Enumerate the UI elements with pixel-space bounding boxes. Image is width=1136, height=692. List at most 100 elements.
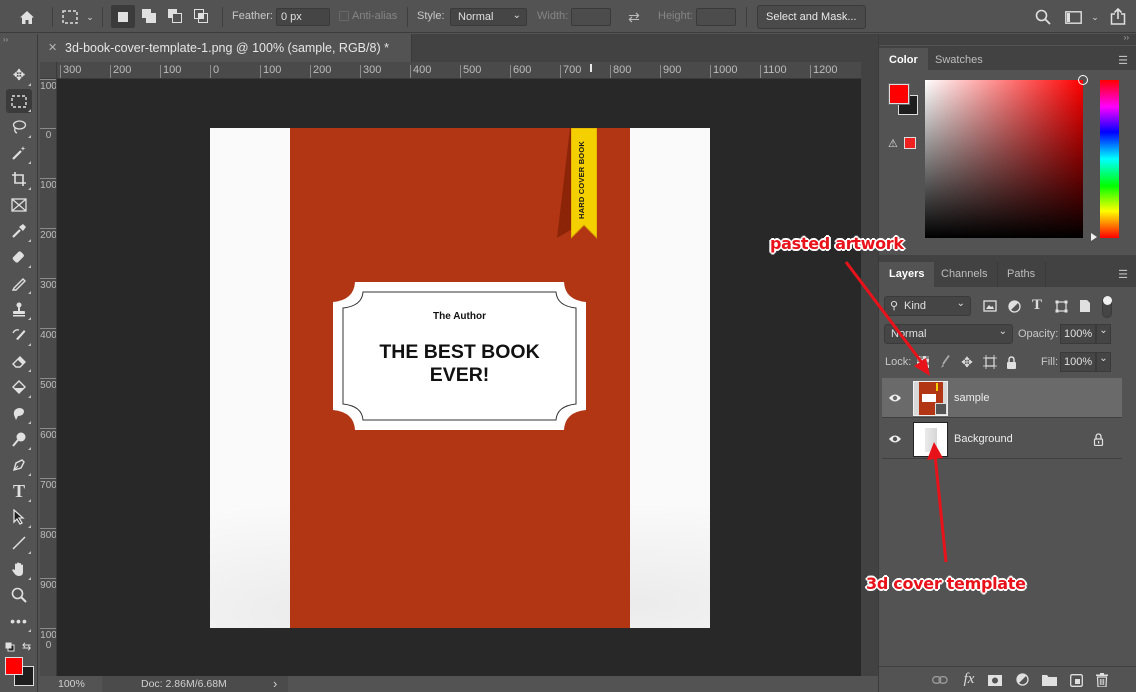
new-adjustment-layer-icon[interactable] bbox=[1013, 671, 1031, 687]
paint-bucket-tool-icon[interactable] bbox=[6, 375, 32, 399]
dodge-tool-icon[interactable] bbox=[6, 427, 32, 451]
layers-panel-menu-icon[interactable]: ☰ bbox=[1118, 268, 1128, 281]
ruler-label: 1200 bbox=[810, 65, 837, 78]
zoom-tool-icon[interactable] bbox=[6, 583, 32, 607]
status-menu-arrow-icon[interactable]: › bbox=[273, 676, 277, 691]
history-brush-tool-icon[interactable] bbox=[6, 323, 32, 347]
color-picker-handle[interactable] bbox=[1078, 75, 1088, 85]
chevron-down-icon[interactable]: ⌄ bbox=[84, 10, 96, 24]
filter-type-layer-icon[interactable]: T bbox=[1029, 297, 1045, 313]
type-tool-icon[interactable]: T bbox=[6, 479, 32, 503]
height-label: Height: bbox=[658, 10, 693, 22]
style-select[interactable]: Normal ⌄ bbox=[450, 8, 527, 26]
collapse-panels-icon[interactable]: ›› bbox=[1124, 33, 1129, 42]
panel-menu-icon[interactable]: ☰ bbox=[1118, 54, 1128, 67]
add-to-selection-icon[interactable] bbox=[139, 6, 159, 26]
chevron-down-icon: ⌄ bbox=[998, 326, 1007, 337]
width-input[interactable] bbox=[571, 8, 611, 26]
ruler-label: 300 bbox=[60, 65, 81, 78]
swap-icon[interactable]: ⇄ bbox=[624, 8, 644, 26]
home-icon[interactable] bbox=[14, 7, 40, 27]
eyedropper-tool-icon[interactable] bbox=[6, 219, 32, 243]
add-mask-icon[interactable] bbox=[986, 672, 1004, 688]
filter-smart-object-icon[interactable] bbox=[1077, 298, 1093, 314]
brush-tool-icon[interactable] bbox=[6, 271, 32, 295]
opacity-dropdown-icon[interactable]: ⌄ bbox=[1096, 324, 1111, 344]
link-layers-icon[interactable] bbox=[931, 672, 949, 688]
tab-paths[interactable]: Paths bbox=[997, 262, 1047, 287]
search-icon[interactable] bbox=[1034, 8, 1052, 26]
filter-adjustment-layer-icon[interactable] bbox=[1006, 298, 1022, 314]
ruler-label: 0 bbox=[210, 65, 219, 78]
more-tools-icon[interactable]: ••• bbox=[6, 609, 32, 633]
lock-artboard-icon[interactable] bbox=[982, 354, 998, 370]
filter-toggle[interactable] bbox=[1102, 296, 1112, 318]
marquee-preset-icon[interactable] bbox=[60, 8, 80, 26]
status-bar: 100% Doc: 2.86M/6.68M › bbox=[40, 676, 878, 692]
color-field[interactable] bbox=[925, 75, 1088, 238]
select-and-mask-button[interactable]: Select and Mask... bbox=[757, 5, 866, 29]
ruler-label: 400 bbox=[410, 65, 431, 78]
intersect-selection-icon[interactable] bbox=[191, 6, 211, 26]
document-tab[interactable]: ✕ 3d-book-cover-template-1.png @ 100% (s… bbox=[40, 34, 412, 62]
hand-tool-icon[interactable] bbox=[6, 557, 32, 581]
horizontal-ruler[interactable]: 300 200 100 0 100 200 300 400 500 600 70… bbox=[57, 62, 861, 79]
clone-stamp-tool-icon[interactable] bbox=[6, 297, 32, 321]
book-title-line1: THE BEST BOOK bbox=[379, 341, 540, 363]
swap-colors-icon[interactable]: ⇆ bbox=[22, 640, 34, 653]
rectangular-marquee-tool-icon[interactable] bbox=[6, 89, 32, 113]
book-cover: HARD COVER BOOK The Author THE BEST BOOK… bbox=[290, 128, 630, 628]
annotation-arrow-pasted bbox=[844, 261, 928, 369]
workspace-icon[interactable] bbox=[1063, 9, 1083, 25]
crop-tool-icon[interactable] bbox=[6, 167, 32, 191]
ruler-label: 1100 bbox=[760, 65, 787, 78]
layer-lock-icon[interactable] bbox=[1091, 431, 1105, 447]
magic-wand-tool-icon[interactable] bbox=[6, 141, 32, 165]
move-tool-icon[interactable]: ✥ bbox=[6, 63, 32, 87]
antialias-checkbox[interactable] bbox=[339, 11, 349, 21]
ruler-cursor-marker bbox=[590, 64, 592, 72]
smudge-tool-icon[interactable] bbox=[6, 401, 32, 425]
ruler-label: 300 bbox=[360, 65, 381, 78]
height-input[interactable] bbox=[696, 8, 736, 26]
hue-slider[interactable] bbox=[1100, 80, 1119, 238]
share-icon[interactable] bbox=[1108, 6, 1128, 26]
feather-input[interactable]: 0 px bbox=[276, 8, 330, 26]
new-group-icon[interactable] bbox=[1040, 672, 1058, 688]
lock-all-icon[interactable] bbox=[1004, 354, 1018, 370]
lasso-tool-icon[interactable] bbox=[6, 115, 32, 139]
filter-pixel-layer-icon[interactable] bbox=[982, 298, 998, 314]
tab-swatches[interactable]: Swatches bbox=[925, 48, 993, 72]
path-selection-tool-icon[interactable] bbox=[6, 505, 32, 529]
ruler-label: 700 bbox=[560, 65, 581, 78]
new-selection-icon[interactable] bbox=[111, 5, 135, 28]
filter-shape-layer-icon[interactable] bbox=[1053, 298, 1069, 314]
healing-brush-tool-icon[interactable] bbox=[6, 245, 32, 269]
default-colors-icon[interactable] bbox=[5, 642, 15, 652]
close-tab-icon[interactable]: ✕ bbox=[48, 41, 57, 54]
delete-layer-icon[interactable] bbox=[1093, 671, 1111, 689]
gamut-color-swatch[interactable] bbox=[904, 137, 916, 149]
eraser-tool-icon[interactable] bbox=[6, 349, 32, 373]
fill-input[interactable]: 100% bbox=[1060, 352, 1096, 372]
chevron-down-icon[interactable]: ⌄ bbox=[1089, 10, 1101, 24]
annotation-pasted-artwork: pasted artwork bbox=[770, 234, 904, 253]
color-panel-foreground-swatch[interactable] bbox=[889, 84, 909, 104]
ruler-label: 100 bbox=[260, 65, 281, 78]
opacity-input[interactable]: 100% bbox=[1060, 324, 1096, 344]
ruler-label: 0 bbox=[40, 128, 56, 141]
tab-color[interactable]: Color bbox=[879, 48, 928, 72]
vertical-ruler[interactable]: 100 0 100 200 300 400 500 600 700 800 90… bbox=[40, 79, 57, 676]
line-tool-icon[interactable] bbox=[6, 531, 32, 555]
expand-toolbar-icon[interactable]: ›› bbox=[3, 35, 8, 44]
layer-effects-icon[interactable]: fx bbox=[959, 670, 979, 688]
hue-slider-handle[interactable] bbox=[1091, 233, 1097, 241]
frame-tool-icon[interactable] bbox=[6, 193, 32, 217]
new-layer-icon[interactable] bbox=[1067, 672, 1085, 688]
fill-dropdown-icon[interactable]: ⌄ bbox=[1096, 352, 1111, 372]
subtract-from-selection-icon[interactable] bbox=[165, 6, 185, 26]
ruler-label: 400 bbox=[40, 328, 57, 341]
pen-tool-icon[interactable] bbox=[6, 453, 32, 477]
foreground-color-swatch[interactable] bbox=[5, 657, 23, 675]
zoom-level[interactable]: 100% bbox=[58, 678, 85, 690]
